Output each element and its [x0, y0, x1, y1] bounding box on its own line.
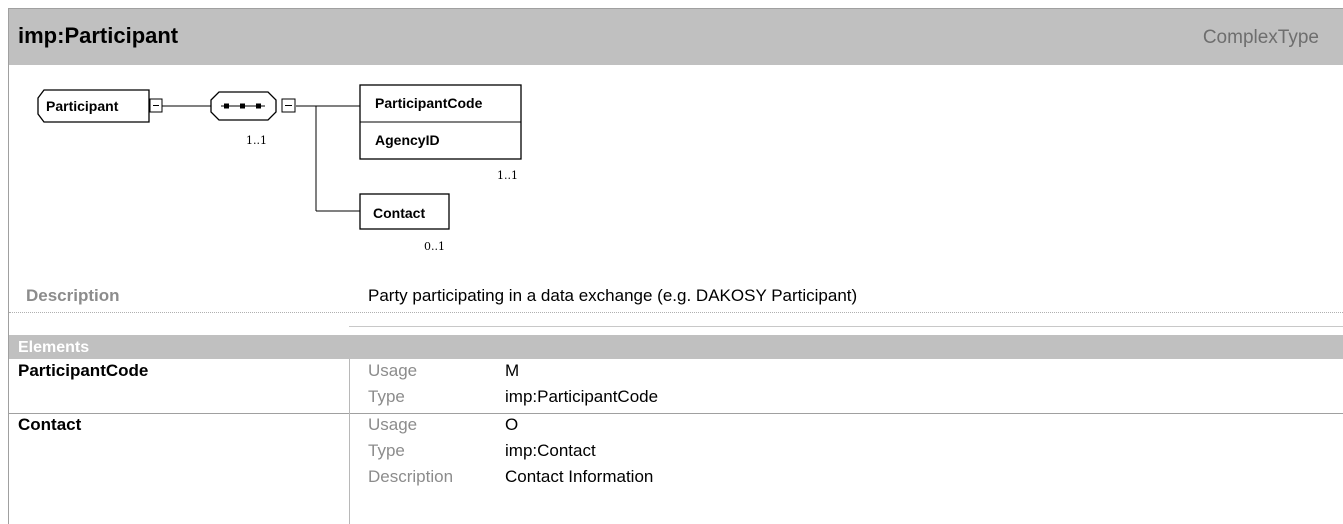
prop-value: M — [505, 361, 520, 380]
collapse-toggle-icon[interactable] — [149, 98, 163, 113]
schema-diagram: Participant 1..1 ParticipantCode AgencyI… — [9, 66, 1343, 281]
prop-key: Type — [368, 441, 405, 460]
complex-type-panel: imp:Participant ComplexType Participant — [8, 8, 1343, 524]
type-kind: ComplexType — [1202, 27, 1319, 48]
title-bar: imp:Participant ComplexType — [9, 9, 1343, 65]
group-item-agencyid: AgencyID — [375, 132, 440, 148]
element-name[interactable]: ParticipantCode — [18, 361, 148, 381]
collapse-toggle-icon[interactable] — [281, 98, 296, 113]
sequence-cardinality: 1..1 — [246, 134, 267, 147]
root-node-label: Participant — [46, 98, 119, 114]
row-separator — [9, 413, 1343, 414]
schema-diagram-svg: Participant 1..1 ParticipantCode AgencyI… — [37, 84, 522, 253]
prop-key: Usage — [368, 415, 418, 434]
diagram-node-group[interactable]: ParticipantCode AgencyID — [359, 84, 522, 160]
contact-cardinality: 0..1 — [424, 240, 445, 253]
diagram-node-participant[interactable]: Participant — [37, 89, 150, 123]
sequence-compositor-icon[interactable] — [210, 91, 277, 121]
group-item-participantcode: ParticipantCode — [375, 95, 483, 111]
elements-heading: Elements — [18, 339, 90, 356]
prop-key: Description — [368, 467, 454, 486]
prop-value: Contact Information — [505, 467, 654, 486]
description-row: Description Party participating in a dat… — [9, 281, 1343, 313]
divider — [349, 326, 1343, 327]
prop-value: O — [505, 415, 519, 434]
contact-node-label: Contact — [373, 205, 425, 221]
element-name[interactable]: Contact — [18, 415, 81, 435]
prop-key: Type — [368, 387, 405, 406]
group-cardinality: 1..1 — [497, 169, 518, 182]
diagram-node-contact[interactable]: Contact — [359, 193, 450, 230]
prop-value[interactable]: imp:ParticipantCode — [505, 387, 658, 407]
prop-value[interactable]: imp:Contact — [505, 441, 596, 461]
description-label: Description — [26, 286, 120, 305]
description-text: Party participating in a data exchange (… — [368, 286, 858, 305]
elements-header: Elements — [9, 335, 1343, 359]
column-divider — [349, 359, 350, 413]
prop-key: Usage — [368, 361, 418, 380]
table-row: Contact Usage O Type imp:Contact Descrip… — [9, 413, 1343, 524]
column-divider — [349, 413, 350, 524]
type-title: imp:Participant — [18, 23, 179, 48]
table-row: ParticipantCode Usage M Type imp:Partici… — [9, 359, 1343, 413]
